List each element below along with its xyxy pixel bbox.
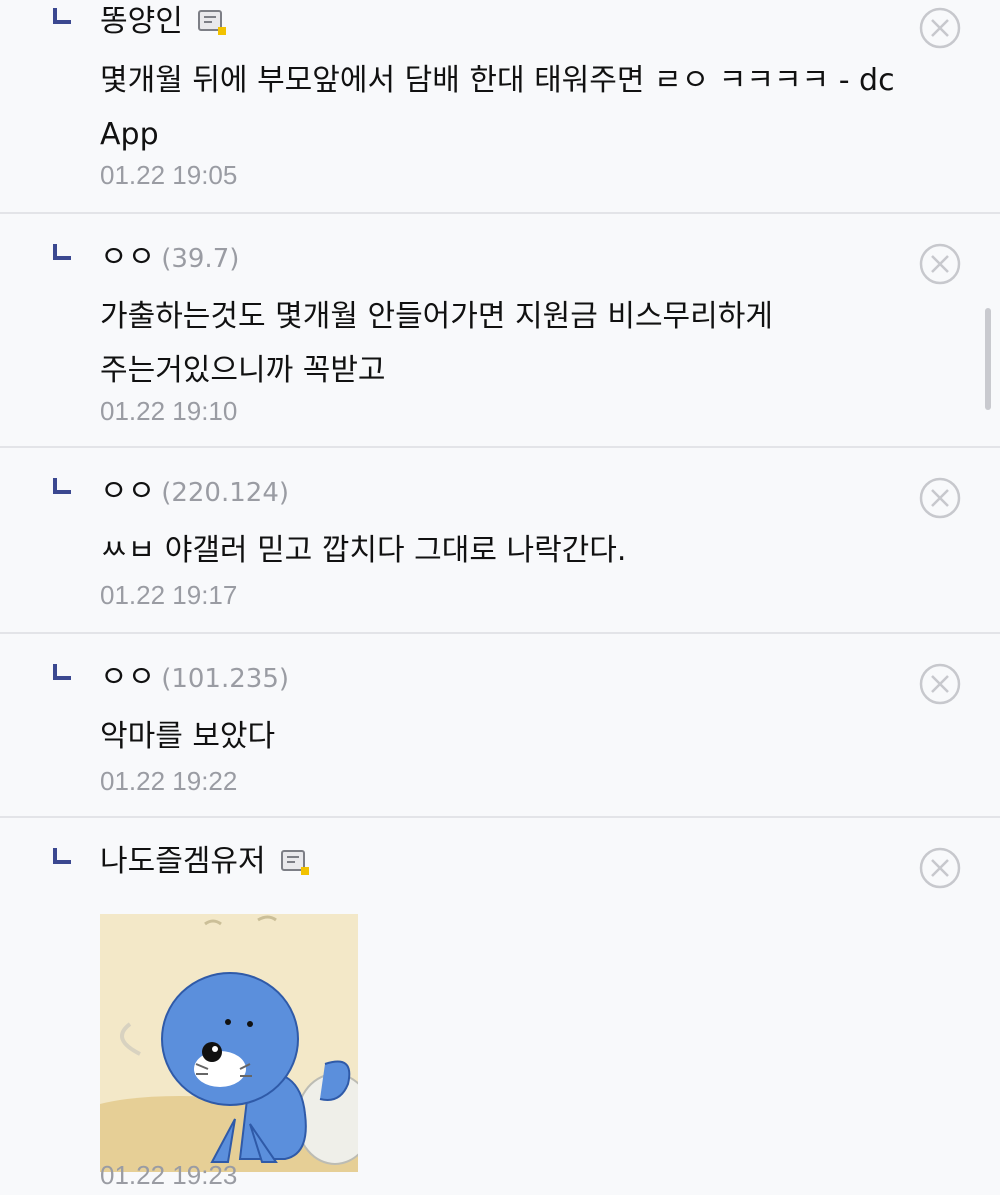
reply-arrow-icon bbox=[53, 664, 71, 680]
reply-item: 나도즐겜유저 01.22 19:23 bbox=[0, 840, 1000, 1195]
author-nickname: 나도즐겜유저 bbox=[100, 844, 266, 879]
delete-circle-x-icon[interactable] bbox=[918, 242, 962, 286]
delete-circle-x-icon[interactable] bbox=[918, 6, 962, 50]
reply-date: 01.22 19:22 bbox=[100, 766, 238, 796]
reply-item: ㅇㅇ (101.235) 악마를 보았다 01.22 19:22 bbox=[0, 656, 1000, 818]
reply-item: 똥양인 몇개월 뒤에 부모앞에서 담배 한대 태워주면 ㄹㅇ ㅋㅋㅋㅋ - dc… bbox=[0, 0, 1000, 214]
delete-circle-x-icon[interactable] bbox=[918, 476, 962, 520]
reply-date: 01.22 19:10 bbox=[100, 396, 238, 426]
reply-date: 01.22 19:17 bbox=[100, 580, 238, 610]
author-ip: (101.235) bbox=[161, 664, 290, 694]
reply-content: 몇개월 뒤에 부모앞에서 담배 한대 태워주면 ㄹㅇ ㅋㅋㅋㅋ - dc App bbox=[100, 63, 895, 152]
author-ip: (39.7) bbox=[161, 244, 240, 274]
reply-arrow-icon bbox=[53, 244, 71, 260]
reply-date: 01.22 19:23 bbox=[100, 1160, 238, 1190]
reply-author[interactable]: 똥양인 bbox=[100, 2, 228, 42]
fixed-nick-badge-icon bbox=[281, 849, 310, 875]
reply-arrow-icon bbox=[53, 848, 71, 864]
author-nickname: ㅇㅇ bbox=[100, 660, 156, 695]
fixed-nick-badge-icon bbox=[198, 9, 227, 35]
reply-item: ㅇㅇ (220.124) ㅆㅂ 야갤러 믿고 깝치다 그대로 나락간다. 01.2… bbox=[0, 470, 1000, 634]
blue-seal-character-sticker[interactable] bbox=[100, 914, 358, 1172]
author-nickname: ㅇㅇ bbox=[100, 240, 156, 275]
author-nickname: ㅇㅇ bbox=[100, 474, 156, 509]
scrollbar-thumb[interactable] bbox=[985, 308, 991, 410]
reply-content: 악마를 보았다 bbox=[100, 719, 276, 754]
reply-date: 01.22 19:05 bbox=[100, 160, 238, 190]
reply-author[interactable]: ㅇㅇ (220.124) bbox=[100, 472, 289, 513]
reply-author[interactable]: ㅇㅇ (101.235) bbox=[100, 658, 289, 699]
author-ip: (220.124) bbox=[161, 478, 290, 508]
reply-content: 가출하는것도 몇개월 안들어가면 지원금 비스무리하게 주는거있으니까 꼭받고 bbox=[100, 299, 773, 388]
reply-content: ㅆㅂ 야갤러 믿고 깝치다 그대로 나락간다. bbox=[100, 533, 627, 568]
reply-arrow-icon bbox=[53, 8, 71, 24]
delete-circle-x-icon[interactable] bbox=[918, 846, 962, 890]
author-nickname: 똥양인 bbox=[100, 4, 183, 39]
reply-author[interactable]: 나도즐겜유저 bbox=[100, 842, 311, 882]
reply-arrow-icon bbox=[53, 478, 71, 494]
reply-item: ㅇㅇ (39.7) 가출하는것도 몇개월 안들어가면 지원금 비스무리하게 주는거… bbox=[0, 236, 1000, 448]
reply-author[interactable]: ㅇㅇ (39.7) bbox=[100, 238, 239, 279]
delete-circle-x-icon[interactable] bbox=[918, 662, 962, 706]
